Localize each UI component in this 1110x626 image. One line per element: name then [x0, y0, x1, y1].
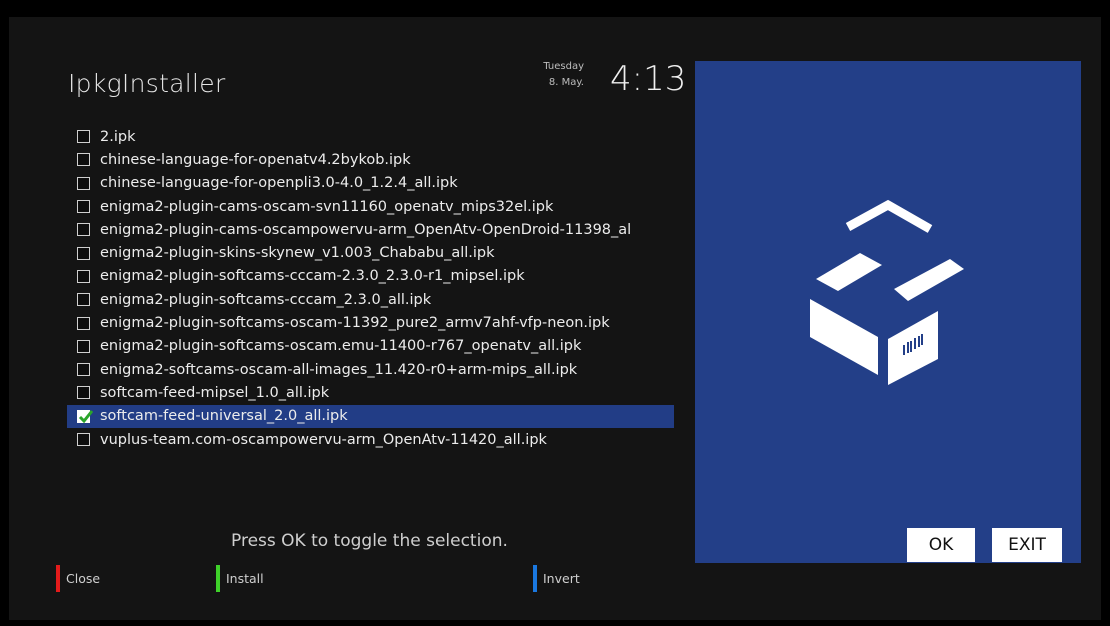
package-name: chinese-language-for-openatv4.2bykob.ipk: [100, 151, 411, 168]
package-name: softcam-feed-universal_2.0_all.ipk: [100, 408, 348, 425]
date-display: Tuesday 8. May.: [489, 59, 584, 91]
green-key-indicator: [216, 565, 220, 592]
checkbox-icon[interactable]: [77, 316, 90, 330]
package-row[interactable]: enigma2-plugin-cams-oscampowervu-arm_Ope…: [67, 218, 674, 241]
package-name: enigma2-softcams-oscam-all-images_11.420…: [100, 361, 578, 378]
invert-button[interactable]: Invert: [533, 565, 580, 592]
package-name: chinese-language-for-openpli3.0-4.0_1.2.…: [100, 175, 458, 192]
red-key-indicator: [56, 565, 60, 592]
package-list[interactable]: 2.ipk chinese-language-for-openatv4.2byko…: [67, 125, 674, 491]
package-name: enigma2-plugin-softcams-oscam.emu-11400-…: [100, 338, 582, 355]
hint-text: Press OK to toggle the selection.: [231, 531, 508, 551]
checkbox-icon[interactable]: [77, 200, 90, 214]
checkbox-checked-icon[interactable]: [77, 409, 93, 423]
package-row[interactable]: enigma2-plugin-softcams-oscam-11392_pure…: [67, 311, 674, 334]
checkbox-icon[interactable]: [77, 176, 90, 190]
checkbox-icon[interactable]: [77, 153, 90, 167]
package-row[interactable]: chinese-language-for-openatv4.2bykob.ipk: [67, 148, 674, 171]
package-box-icon: [810, 199, 964, 385]
package-row[interactable]: vuplus-team.com-oscampowervu-arm_OpenAtv…: [67, 428, 674, 451]
invert-label: Invert: [543, 571, 580, 586]
package-row[interactable]: 2.ipk: [67, 125, 674, 148]
day-label: Tuesday: [543, 61, 584, 72]
checkbox-icon[interactable]: [77, 246, 90, 260]
package-row[interactable]: softcam-feed-mipsel_1.0_all.ipk: [67, 381, 674, 404]
date-label: 8. May.: [548, 77, 584, 88]
checkbox-icon[interactable]: [77, 293, 90, 307]
blue-key-indicator: [533, 565, 537, 592]
package-row[interactable]: enigma2-plugin-skins-skynew_v1.003_Chaba…: [67, 241, 674, 264]
checkbox-icon[interactable]: [77, 339, 90, 353]
checkbox-icon[interactable]: [77, 433, 90, 446]
checkbox-icon[interactable]: [77, 223, 90, 237]
package-row[interactable]: enigma2-plugin-softcams-oscam.emu-11400-…: [67, 335, 674, 358]
clock: 4:13: [610, 59, 687, 99]
package-row[interactable]: enigma2-plugin-cams-oscam-svn11160_opena…: [67, 195, 674, 218]
package-name: enigma2-plugin-softcams-oscam-11392_pure…: [100, 315, 610, 332]
package-name: enigma2-plugin-cams-oscam-svn11160_opena…: [100, 198, 554, 215]
close-button[interactable]: Close: [56, 565, 100, 592]
checkbox-icon[interactable]: [77, 130, 90, 144]
package-name: 2.ipk: [100, 128, 136, 145]
ok-button[interactable]: OK: [907, 528, 975, 562]
page-title: IpkgInstaller: [68, 69, 226, 98]
exit-button[interactable]: EXIT: [992, 528, 1062, 562]
install-label: Install: [226, 571, 264, 586]
checkbox-icon[interactable]: [77, 363, 90, 377]
package-row[interactable]: chinese-language-for-openpli3.0-4.0_1.2.…: [67, 172, 674, 195]
package-row[interactable]: enigma2-plugin-softcams-cccam-2.3.0_2.3.…: [67, 265, 674, 288]
package-name: enigma2-plugin-skins-skynew_v1.003_Chaba…: [100, 245, 495, 262]
checkbox-icon[interactable]: [77, 269, 90, 283]
install-button[interactable]: Install: [216, 565, 264, 592]
package-row[interactable]: enigma2-plugin-softcams-cccam_2.3.0_all.…: [67, 288, 674, 311]
close-label: Close: [66, 571, 101, 586]
package-name: enigma2-plugin-softcams-cccam_2.3.0_all.…: [100, 291, 432, 308]
package-row[interactable]: softcam-feed-universal_2.0_all.ipk: [67, 404, 674, 428]
package-row[interactable]: enigma2-softcams-oscam-all-images_11.420…: [67, 358, 674, 381]
package-name: vuplus-team.com-oscampowervu-arm_OpenAtv…: [100, 431, 547, 448]
preview-panel: OK EXIT: [695, 61, 1081, 563]
package-name: enigma2-plugin-cams-oscampowervu-arm_Ope…: [100, 221, 632, 238]
checkbox-icon[interactable]: [77, 386, 90, 400]
package-name: enigma2-plugin-softcams-cccam-2.3.0_2.3.…: [100, 268, 525, 285]
package-name: softcam-feed-mipsel_1.0_all.ipk: [100, 384, 330, 401]
